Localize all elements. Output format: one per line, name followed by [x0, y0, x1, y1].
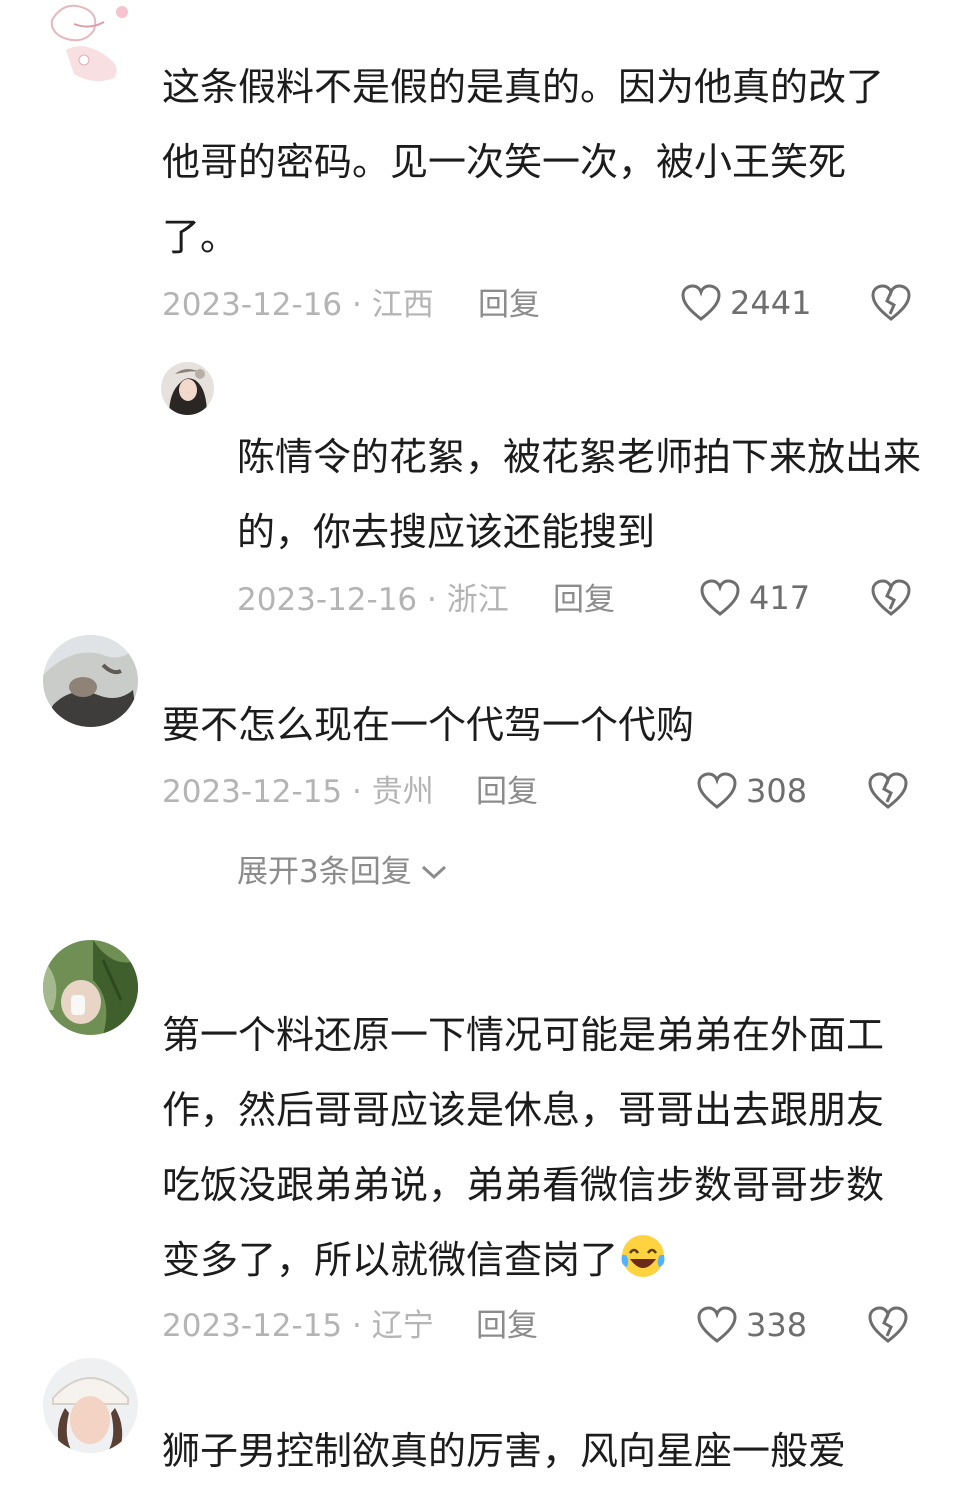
like-button[interactable]: 2441 [680, 283, 811, 323]
heart-outline-icon [700, 579, 740, 616]
heart-outline-icon [697, 1306, 737, 1343]
broken-heart-icon[interactable] [867, 1306, 909, 1344]
like-button[interactable]: 417 [699, 578, 810, 618]
comment-date: 2023-12-16 [162, 287, 343, 323]
comment-meta: 2023-12-15 · 贵州 [162, 774, 434, 810]
like-count: 308 [746, 772, 808, 810]
chevron-down-icon [421, 865, 446, 880]
broken-heart-icon[interactable] [870, 284, 912, 322]
comment-meta: 2023-12-15 · 辽宁 [162, 1308, 434, 1344]
comment-text-body: 第一个料还原一下情况可能是弟弟在外面工作，然后哥哥应该是休息，哥哥出去跟朋友吃饭… [162, 1013, 885, 1282]
comment-location: 贵州 [371, 774, 434, 810]
like-button[interactable]: 308 [696, 771, 807, 811]
avatar[interactable] [43, 635, 138, 727]
heart-outline-icon [681, 284, 721, 321]
like-button[interactable]: 338 [696, 1305, 807, 1345]
comment-location: 江西 [371, 287, 434, 323]
comment-text: 第一个料还原一下情况可能是弟弟在外面工作，然后哥哥应该是休息，哥哥出去跟朋友吃饭… [162, 998, 902, 1298]
comment-text: 这条假料不是假的是真的。因为他真的改了他哥的密码。见一次笑一次，被小王笑死了。 [162, 65, 885, 259]
like-count: 338 [746, 1306, 808, 1344]
expand-replies-button[interactable]: 展开3条回复 [237, 852, 448, 892]
broken-heart-icon[interactable] [870, 579, 912, 617]
laughing-tears-emoji [621, 1235, 665, 1277]
heart-outline-icon [697, 772, 737, 809]
comment-date: 2023-12-15 [162, 774, 343, 810]
comment-date: 2023-12-15 [162, 1308, 343, 1344]
reply-button[interactable]: 回复 [478, 285, 540, 325]
comment-meta: 2023-12-16 · 浙江 [237, 582, 509, 618]
avatar[interactable] [43, 1358, 138, 1453]
comment-text: 要不怎么现在一个代驾一个代购 [162, 703, 695, 747]
expand-replies-label: 展开3条回复 [237, 854, 412, 890]
like-count: 417 [749, 579, 811, 617]
broken-heart-icon[interactable] [867, 772, 909, 810]
comment-text: 陈情令的花絮，被花絮老师拍下来放出来的，你去搜应该还能搜到 [237, 435, 922, 554]
reply-button[interactable]: 回复 [476, 772, 538, 812]
reply-button[interactable]: 回复 [476, 1306, 538, 1346]
reply-button[interactable]: 回复 [553, 580, 615, 620]
comment-text: 狮子男控制欲真的厉害，风向星座一般爱 [162, 1429, 847, 1473]
comment-location: 浙江 [446, 582, 509, 618]
avatar[interactable] [44, 0, 136, 88]
comment-location: 辽宁 [371, 1308, 434, 1344]
like-count: 2441 [730, 284, 812, 322]
avatar[interactable] [43, 940, 138, 1035]
avatar[interactable] [161, 362, 214, 415]
comment-date: 2023-12-16 [237, 582, 418, 618]
comment-meta: 2023-12-16 · 江西 [162, 287, 434, 323]
